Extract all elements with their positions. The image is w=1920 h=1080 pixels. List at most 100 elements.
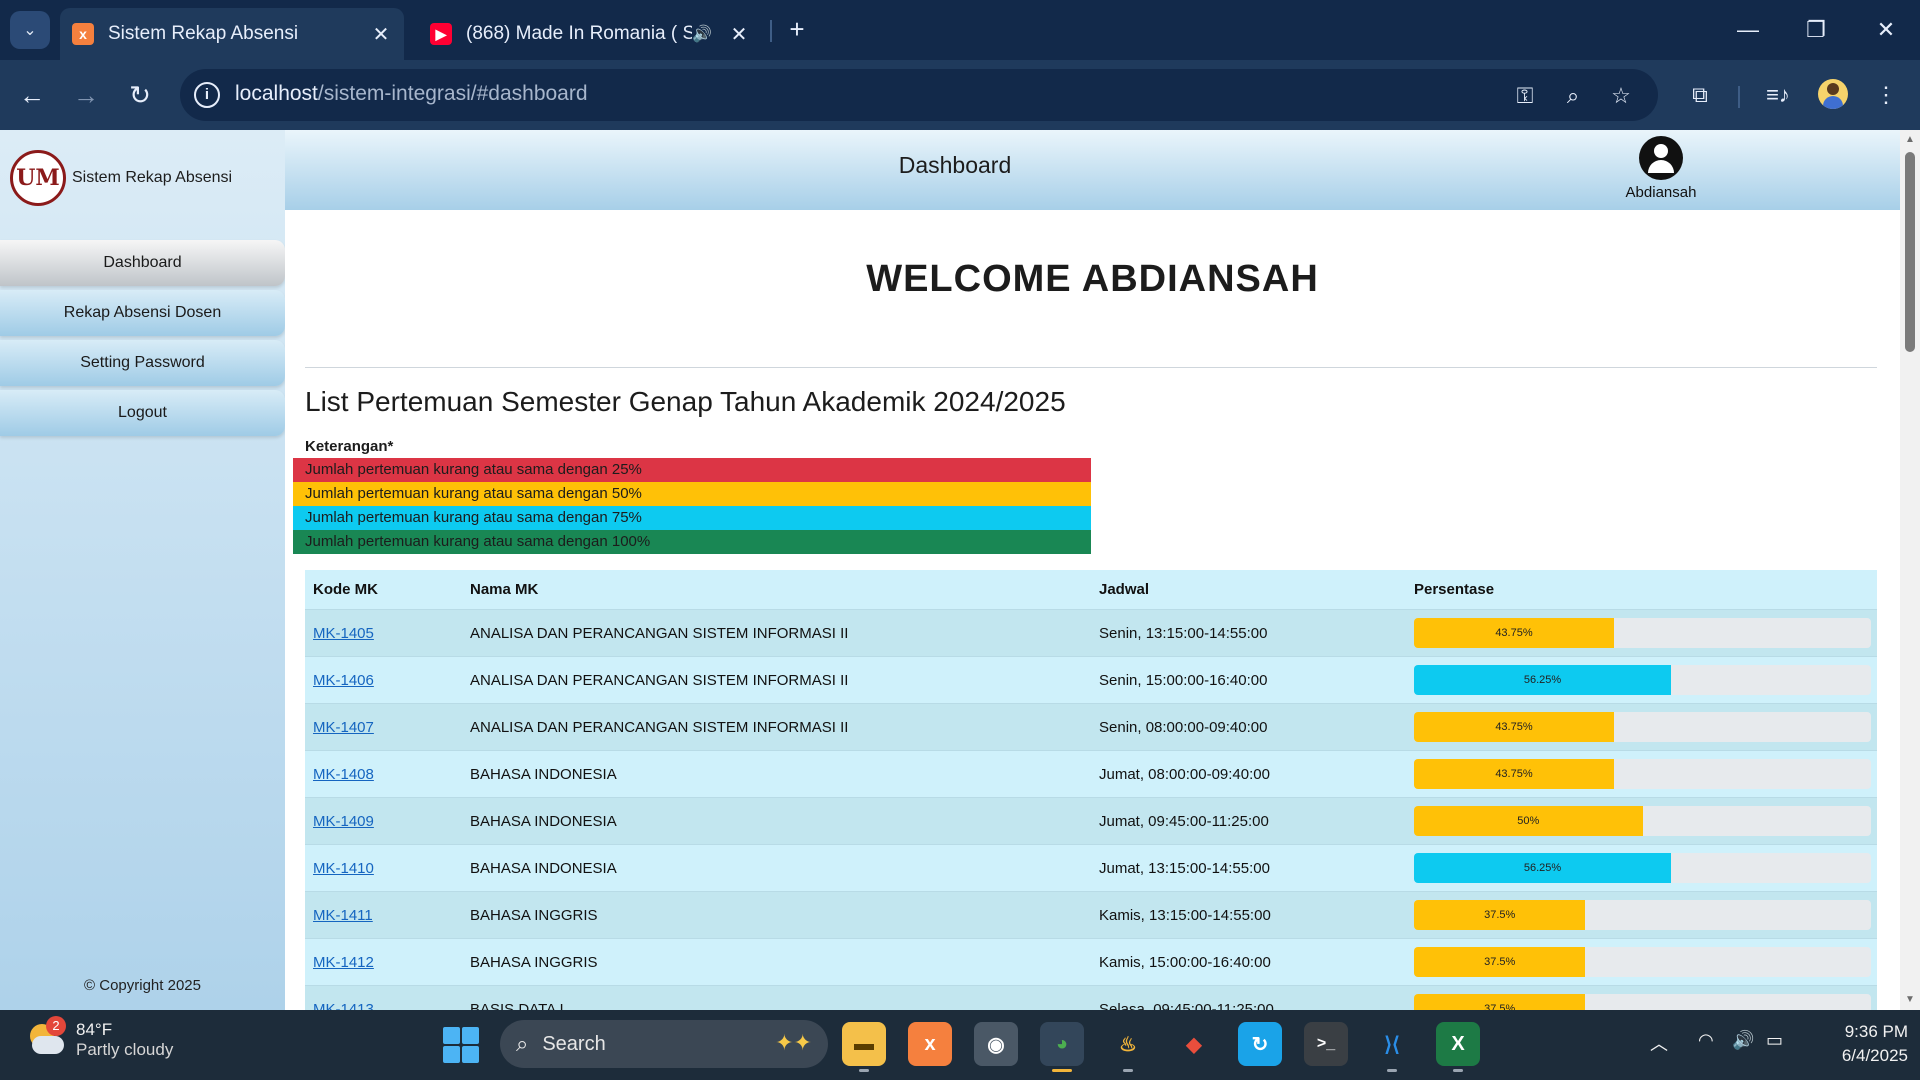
legend-row: Jumlah pertemuan kurang atau sama dengan… [293,530,1091,554]
camera-icon[interactable]: ◉ [974,1022,1018,1066]
minimize-button[interactable]: — [1728,12,1768,48]
media-controls-icon[interactable]: ≡♪ [1760,77,1796,113]
extensions-icon[interactable]: ⧉ [1682,77,1718,113]
wifi-icon[interactable]: ◠ [1698,1030,1714,1051]
back-button[interactable]: ← [14,77,50,113]
battery-icon[interactable]: ▭ [1766,1030,1783,1051]
scroll-thumb[interactable] [1905,152,1915,352]
scroll-down-icon[interactable]: ▼ [1904,994,1916,1005]
xampp-icon[interactable]: x [908,1022,952,1066]
browser-toolbar: ← → ↻ i localhost/sistem-integrasi/#dash… [0,60,1920,130]
speaker-icon[interactable]: 🔊 [692,24,712,44]
git-icon[interactable]: ◆ [1172,1022,1216,1066]
restore-button[interactable]: ❐ [1796,12,1836,48]
tab-title: Sistem Rekap Absensi [108,23,299,44]
taskbar: 2 84°F Partly cloudy ⌕ Search ✦✦ ▬ x ◉ ◕… [0,1010,1920,1080]
close-window-button[interactable]: ✕ [1866,12,1906,48]
user-menu[interactable]: Abdiansah [1611,136,1711,201]
progress-fill: 56.25% [1414,853,1672,883]
sidebar: UM Sistem Rekap Absensi Dashboard Rekap … [0,130,285,1010]
xampp-favicon-icon: x [72,23,94,45]
new-tab-button[interactable]: + [782,14,812,44]
kode-mk-link[interactable]: MK-1405 [313,625,374,642]
attendance-progress-bar: 56.25% [1414,665,1871,695]
taskbar-search[interactable]: ⌕ Search ✦✦ [500,1020,828,1068]
file-explorer-icon[interactable]: ▬ [842,1022,886,1072]
forward-button[interactable]: → [68,77,104,113]
clock-date: 6/4/2025 [1841,1046,1908,1065]
weather-widget[interactable]: 2 84°F Partly cloudy [26,1016,173,1060]
windows-start-button[interactable] [443,1027,479,1063]
kode-mk-link[interactable]: MK-1410 [313,860,374,877]
table-row: MK-1407 ANALISA DAN PERANCANGAN SISTEM IN… [305,704,1877,751]
taskbar-clock[interactable]: 9:36 PM 6/4/2025 [1812,1020,1908,1068]
vscode-icon[interactable]: ⟩⟨ [1370,1022,1414,1072]
page-viewport: UM Sistem Rekap Absensi Dashboard Rekap … [0,130,1920,1010]
scroll-up-icon[interactable]: ▲ [1904,134,1916,145]
tab-youtube[interactable]: ▶ (868) Made In Romania ( Sl 🔊 ✕ [418,8,762,60]
password-key-icon[interactable]: ⚿ [1510,81,1540,111]
divider [305,367,1877,368]
show-hidden-icons-chevron-icon[interactable]: ︿ [1650,1030,1668,1056]
progress-fill: 37.5% [1414,994,1586,1010]
tab-sistem-rekap-absensi[interactable]: x Sistem Rekap Absensi ✕ [60,8,404,60]
jadwal-cell: Selasa, 09:45:00-11:25:00 [1099,1000,1274,1011]
tab-search-button[interactable]: ⌄ [10,11,50,49]
jadwal-cell: Jumat, 08:00:00-09:40:00 [1099,765,1270,783]
sidebar-item-rekap-absensi-dosen[interactable]: Rekap Absensi Dosen [0,290,285,336]
page-scrollbar[interactable]: ▲ ▼ [1900,130,1920,1010]
attendance-progress-bar: 37.5% [1414,900,1871,930]
table-row: MK-1406 ANALISA DAN PERANCANGAN SISTEM IN… [305,657,1877,704]
header-kode-mk: Kode MK [313,581,378,598]
brand-name: Sistem Rekap Absensi [72,169,233,186]
excel-icon[interactable]: X [1436,1022,1480,1072]
close-tab-icon[interactable]: ✕ [728,22,750,47]
progress-fill: 43.75% [1414,759,1614,789]
attendance-progress-bar: 37.5% [1414,994,1871,1010]
close-tab-icon[interactable]: ✕ [370,22,392,47]
volume-icon[interactable]: 🔊 [1732,1030,1754,1051]
profile-avatar[interactable] [1818,79,1848,109]
meeting-table: Kode MK Nama MK Jadwal Persentase MK-140… [305,570,1877,1010]
sidebar-item-setting-password[interactable]: Setting Password [0,340,285,386]
zoom-icon[interactable]: ⌕ [1558,81,1588,111]
sidebar-item-logout[interactable]: Logout [0,390,285,436]
user-avatar-icon[interactable] [1639,136,1683,180]
tab-title: (868) Made In Romania ( Sl [466,23,693,44]
jadwal-cell: Jumat, 13:15:00-14:55:00 [1099,859,1270,877]
tab-divider [770,20,772,42]
kode-mk-link[interactable]: MK-1409 [313,813,374,830]
attendance-progress-bar: 43.75% [1414,712,1871,742]
table-row: MK-1413 BASIS DATA I Selasa, 09:45:00-11:2… [305,986,1877,1010]
table-header: Kode MK Nama MK Jadwal Persentase [305,570,1877,610]
kode-mk-link[interactable]: MK-1411 [313,907,373,924]
nama-mk-cell: ANALISA DAN PERANCANGAN SISTEM INFORMASI… [470,718,849,736]
bookmark-star-icon[interactable]: ☆ [1606,81,1636,111]
nama-mk-cell: BASIS DATA I [470,1000,564,1011]
terminal-icon[interactable]: >_ [1304,1022,1348,1066]
kode-mk-link[interactable]: MK-1408 [313,766,374,783]
linux-tux-icon[interactable]: ♨ [1106,1022,1150,1072]
kode-mk-link[interactable]: MK-1412 [313,954,374,971]
sidebar-item-dashboard[interactable]: Dashboard [0,240,285,286]
kode-mk-link[interactable]: MK-1406 [313,672,374,689]
nama-mk-cell: BAHASA INDONESIA [470,859,617,877]
university-logo: UM [10,150,66,206]
table-row: MK-1410 BAHASA INDONESIA Jumat, 13:15:00-1… [305,845,1877,892]
sync-app-icon[interactable]: ↻ [1238,1022,1282,1066]
legend-row: Jumlah pertemuan kurang atau sama dengan… [293,458,1091,482]
kode-mk-link[interactable]: MK-1407 [313,719,374,736]
chrome-icon[interactable]: ◕ [1040,1022,1084,1072]
url-text[interactable]: localhost/sistem-integrasi/#dashboard [235,82,588,106]
progress-fill: 56.25% [1414,665,1672,695]
top-header: Dashboard Abdiansah [285,130,1900,210]
kode-mk-link[interactable]: MK-1413 [313,1001,374,1011]
reload-button[interactable]: ↻ [122,77,158,113]
attendance-progress-bar: 50% [1414,806,1871,836]
browser-menu-icon[interactable]: ⋮ [1868,77,1904,113]
jadwal-cell: Senin, 13:15:00-14:55:00 [1099,624,1268,642]
address-bar[interactable]: i localhost/sistem-integrasi/#dashboard … [180,69,1658,121]
page-title: Dashboard [898,152,1012,178]
site-info-icon[interactable]: i [194,82,220,108]
weather-badge: 2 [46,1016,66,1036]
